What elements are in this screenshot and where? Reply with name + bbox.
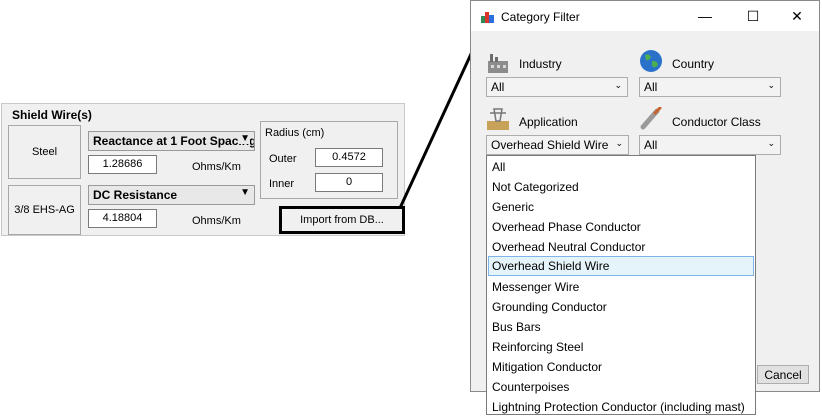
conductor-class-value: All xyxy=(644,138,658,152)
dropdown-option[interactable]: Messenger Wire xyxy=(488,277,754,296)
window-title: Category Filter xyxy=(501,10,580,24)
chevron-down-icon: ⌄ xyxy=(614,80,622,90)
chevron-down-icon: ⌄ xyxy=(767,138,775,148)
chevron-down-icon: ⌄ xyxy=(767,80,775,90)
country-combo[interactable]: All ⌄ xyxy=(639,77,781,97)
application-combo[interactable]: Overhead Shield Wire ⌄ xyxy=(486,135,629,155)
close-button[interactable]: ✕ xyxy=(777,5,817,27)
industry-combo[interactable]: All ⌄ xyxy=(486,77,628,97)
conductor-class-label: Conductor Class xyxy=(672,115,761,129)
industry-value: All xyxy=(491,80,505,94)
industry-label: Industry xyxy=(519,57,562,71)
application-label: Application xyxy=(519,115,578,129)
application-dropdown-list[interactable]: All Not Categorized Generic Overhead Pha… xyxy=(486,155,756,415)
globe-icon xyxy=(640,50,662,72)
dropdown-option[interactable]: All xyxy=(488,157,754,176)
dropdown-option[interactable]: Bus Bars xyxy=(488,317,754,336)
dropdown-option[interactable]: Overhead Phase Conductor xyxy=(488,217,754,236)
dropdown-option[interactable]: Mitigation Conductor xyxy=(488,357,754,376)
application-value: Overhead Shield Wire xyxy=(491,138,609,152)
minimize-button[interactable]: — xyxy=(685,5,725,27)
maximize-button[interactable]: ☐ xyxy=(733,5,773,27)
maximize-icon: ☐ xyxy=(746,7,760,24)
dropdown-option[interactable]: Grounding Conductor xyxy=(488,297,754,316)
dropdown-option[interactable]: Overhead Neutral Conductor xyxy=(488,237,754,256)
country-value: All xyxy=(644,80,658,94)
title-bar: Category Filter — ☐ ✕ xyxy=(471,1,819,31)
dropdown-option[interactable]: Lightning Protection Conductor (includin… xyxy=(488,397,754,416)
dropdown-option[interactable]: Counterpoises xyxy=(488,377,754,396)
dropdown-option[interactable]: Not Categorized xyxy=(488,177,754,196)
dropdown-option[interactable]: Generic xyxy=(488,197,754,216)
minimize-icon: — xyxy=(698,8,712,24)
factory-icon xyxy=(488,54,508,73)
dropdown-option[interactable]: Reinforcing Steel xyxy=(488,337,754,356)
chevron-down-icon: ⌄ xyxy=(615,138,623,148)
conductor-class-combo[interactable]: All ⌄ xyxy=(639,135,781,155)
app-icon xyxy=(481,12,494,23)
conductor-icon xyxy=(640,107,662,130)
cancel-button[interactable]: Cancel xyxy=(757,365,809,384)
dropdown-option-selected[interactable]: Overhead Shield Wire xyxy=(488,256,754,276)
transmission-tower-icon xyxy=(487,108,509,130)
close-icon: ✕ xyxy=(791,7,803,24)
country-label: Country xyxy=(672,57,715,71)
